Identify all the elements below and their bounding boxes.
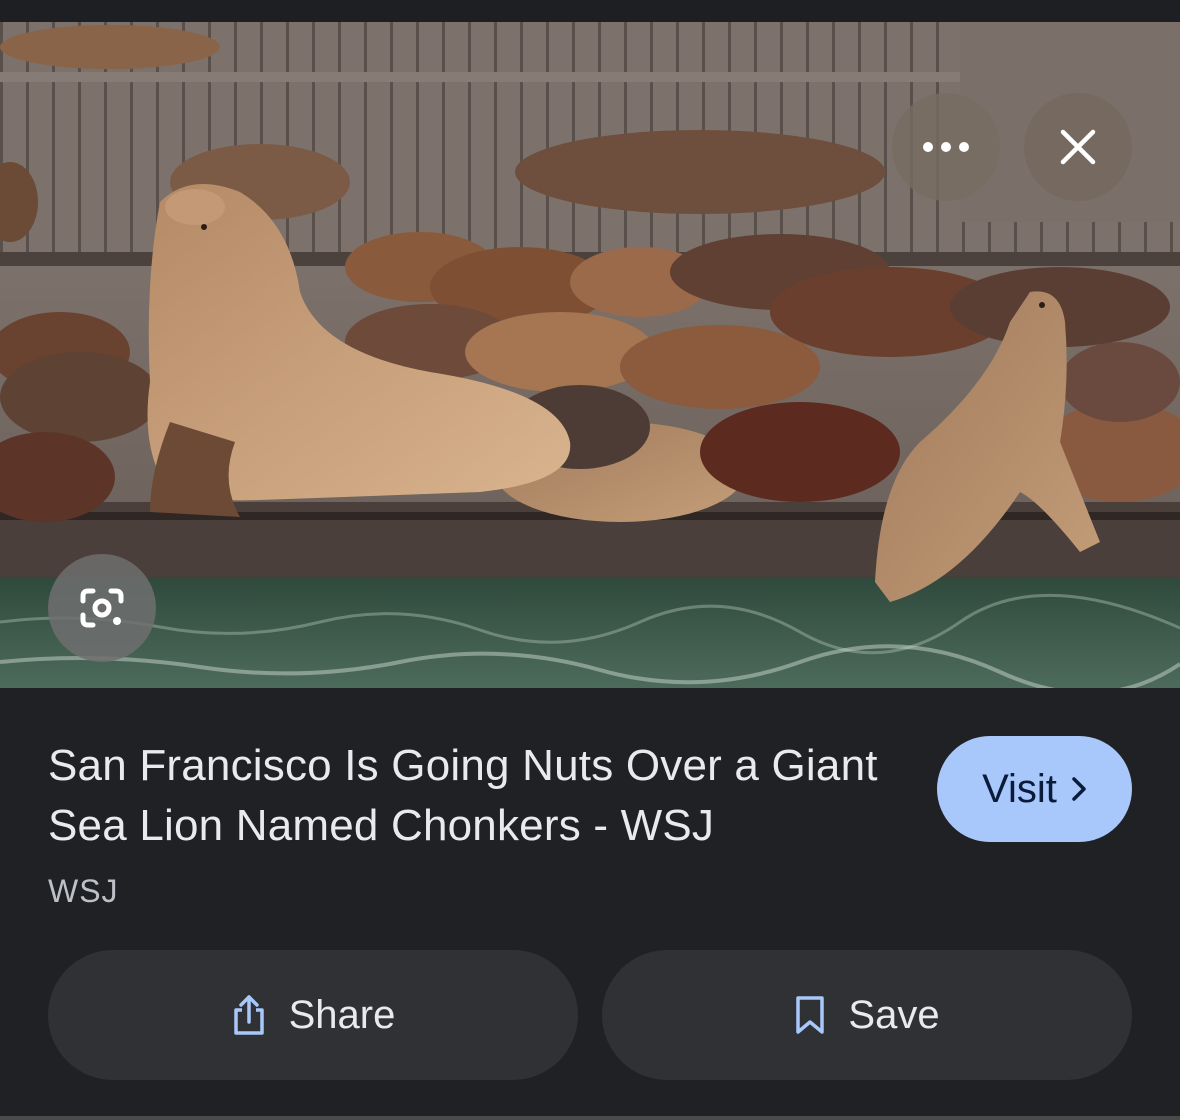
share-button-label: Share [288,992,396,1037]
more-horizontal-icon [923,142,969,152]
bottom-divider [0,1116,1180,1120]
visit-button-label: Visit [982,766,1057,811]
share-button[interactable]: Share [48,950,578,1080]
image-viewer: San Francisco Is Going Nuts Over a Giant… [0,0,1180,1120]
lens-icon [80,588,124,628]
share-icon [233,995,264,1035]
result-title[interactable]: San Francisco Is Going Nuts Over a Giant… [48,736,918,856]
more-options-button[interactable] [892,93,1000,201]
result-source: WSJ [48,873,119,909]
save-button-label: Save [848,992,940,1037]
close-button[interactable] [1024,93,1132,201]
save-button[interactable]: Save [602,950,1132,1080]
visit-button[interactable]: Visit [937,736,1132,842]
result-info-panel: San Francisco Is Going Nuts Over a Giant… [0,688,1180,1120]
status-bar-strip [0,0,1180,22]
lens-search-button[interactable] [48,554,156,662]
close-icon [1060,129,1096,165]
result-image[interactable] [0,22,1180,688]
chevron-right-icon [1072,777,1086,801]
sea-lion-photo [0,22,1180,688]
bookmark-icon [796,996,825,1034]
